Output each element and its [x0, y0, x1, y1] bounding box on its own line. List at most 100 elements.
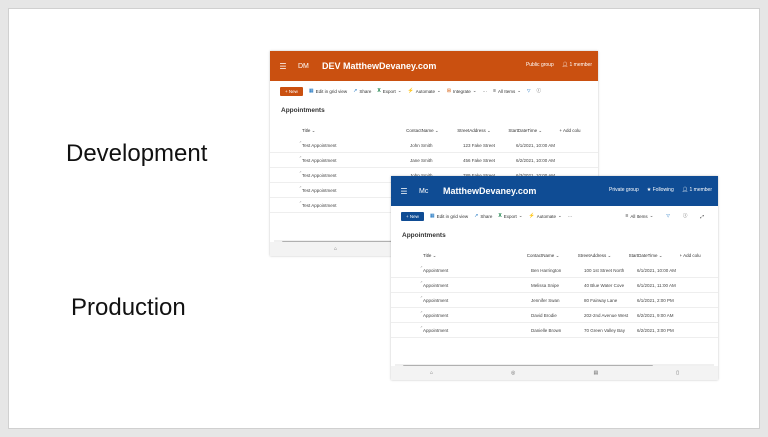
cell-contactname: Danielle Brown — [531, 327, 562, 333]
cell-title[interactable]: Test Appointment — [270, 158, 410, 163]
site-logo[interactable]: DM — [298, 63, 314, 70]
share-label: Share — [359, 88, 372, 94]
cell-startdatetime: 6/2/2021, 3:00 PM — [637, 327, 674, 333]
cell-title[interactable]: Appointment — [391, 268, 531, 273]
attachment-icon: ↗ — [420, 265, 423, 269]
cell-startdatetime: 6/1/2021, 10:00 AM — [637, 267, 677, 273]
cell-title[interactable]: Test Appointment — [270, 188, 410, 193]
export-label: Export — [382, 88, 396, 94]
cell-title[interactable]: Test Appointment — [270, 143, 410, 148]
table-row[interactable]: ↗ Appointment Ben Harrington 100 1st Str… — [391, 263, 718, 278]
integrate-label: Integrate — [453, 88, 471, 94]
export-button[interactable]: X Export ⌄ — [377, 88, 401, 94]
chevron-down-icon: ⌄ — [472, 88, 477, 93]
app-launcher-icon[interactable]: ☰ — [274, 62, 292, 71]
chevron-down-icon: ⌄ — [487, 127, 491, 133]
globe-icon[interactable]: ◎ — [511, 370, 515, 376]
cell-title[interactable]: Appointment — [391, 328, 531, 333]
integrate-button[interactable]: ⊞ Integrate ⌄ — [447, 88, 477, 94]
column-streetaddress[interactable]: StreetAddress ⌄ — [457, 128, 508, 134]
cell-streetaddress: 123 Fake Street — [463, 142, 496, 148]
expand-icon[interactable]: ⤢ — [700, 213, 704, 219]
share-icon: ↗ — [353, 88, 358, 94]
following-label: Following — [652, 187, 674, 193]
cell-title[interactable]: Appointment — [391, 283, 531, 288]
share-button[interactable]: ↗ Share — [353, 88, 371, 94]
group-type: Private group — [608, 187, 639, 193]
new-button[interactable]: + New — [280, 86, 303, 96]
production-label: Production — [71, 294, 186, 321]
members-label: 1 member — [569, 62, 592, 68]
chevron-down-icon: ⌄ — [607, 252, 612, 258]
column-startdatetime[interactable]: StartDateTime ⌄ — [508, 128, 559, 134]
filter-icon[interactable]: ▽ — [527, 88, 530, 94]
column-startdatetime[interactable]: StartDateTime ⌄ — [629, 253, 680, 259]
add-column-button[interactable]: + Add colu — [559, 128, 598, 133]
group-type: Public group — [525, 62, 554, 68]
column-contactname[interactable]: ContactName ⌄ — [527, 253, 578, 259]
column-contactname[interactable]: ContactName ⌄ — [406, 128, 457, 134]
members-button[interactable]: 👤︎ 1 member — [562, 62, 592, 68]
new-label: New — [288, 88, 298, 94]
column-header-row: Title ⌄ ContactName ⌄ StreetAddress ⌄ St… — [391, 248, 718, 263]
members-button[interactable]: 👤︎ 1 member — [682, 187, 712, 193]
column-title-label: Title — [302, 127, 311, 133]
home-icon[interactable]: ⌂ — [334, 246, 337, 252]
cell-title[interactable]: Appointment — [391, 313, 531, 318]
follow-button[interactable]: ★ Following — [647, 187, 674, 193]
add-column-button[interactable]: + Add colu — [680, 253, 718, 258]
automate-button[interactable]: ⚡ Automate ⌄ — [529, 213, 562, 219]
automate-button[interactable]: ⚡ Automate ⌄ — [408, 88, 441, 94]
column-title[interactable]: Title ⌄ — [270, 128, 406, 134]
home-icon[interactable]: ⌂ — [430, 370, 433, 376]
view-label: All Items — [497, 88, 516, 94]
cell-title[interactable]: Appointment — [391, 298, 531, 303]
column-title-label: Title — [423, 252, 432, 258]
table-row[interactable]: ↗ Appointment David Brodie 202-2nd Avenu… — [391, 308, 718, 323]
chevron-down-icon: ⌄ — [558, 213, 562, 218]
view-label: All Items — [630, 213, 648, 219]
more-button[interactable]: ··· — [483, 89, 488, 94]
cell-title[interactable]: Test Appointment — [270, 173, 410, 178]
site-logo[interactable]: Mc — [419, 188, 435, 195]
cell-streetaddress: 100 1st Street North — [584, 267, 625, 273]
cell-title[interactable]: Test Appointment — [270, 203, 410, 208]
chevron-down-icon: ⌄ — [555, 252, 560, 258]
cell-contactname: Ben Harrington — [531, 267, 562, 273]
filter-icon[interactable]: ▽ — [666, 213, 669, 219]
news-icon[interactable]: ▤ — [593, 370, 598, 376]
share-icon: ↗ — [474, 213, 479, 219]
column-startdatetime-label: StartDateTime — [628, 252, 658, 258]
table-row[interactable]: ↗ Appointment Danielle Brown 70 Green Va… — [391, 323, 718, 338]
cell-startdatetime: 6/2/2021, 10:00 AM — [516, 157, 556, 163]
grid-view-button[interactable]: ▦ Edit in grid view — [309, 88, 347, 94]
view-selector[interactable]: ≡ All Items ⌄ — [625, 213, 653, 219]
app-launcher-icon[interactable]: ☰ — [395, 187, 413, 196]
info-icon[interactable]: ⓘ — [537, 88, 542, 94]
automate-icon: ⚡ — [528, 213, 535, 219]
column-streetaddress[interactable]: StreetAddress ⌄ — [578, 253, 629, 259]
attachment-icon: ↗ — [299, 200, 302, 204]
view-selector[interactable]: ≡ All Items ⌄ — [493, 88, 521, 94]
table-row[interactable]: ↗ Appointment Jennifer Swan 80 Fairway L… — [391, 293, 718, 308]
share-button[interactable]: ↗ Share — [474, 213, 492, 219]
chevron-down-icon: ⌄ — [397, 88, 402, 93]
new-button[interactable]: + New — [401, 211, 424, 221]
dev-command-bar: + New ▦ Edit in grid view ↗ Share X Export ⌄… — [270, 83, 598, 99]
grid-view-button[interactable]: ▦ Edit in grid view — [430, 213, 468, 219]
document-icon[interactable]: ▯ — [676, 370, 679, 376]
more-button[interactable]: ··· — [568, 214, 573, 219]
site-title[interactable]: MatthewDevaney.com — [443, 186, 536, 196]
export-button[interactable]: X Export ⌄ — [498, 213, 522, 219]
column-title[interactable]: Title ⌄ — [391, 253, 527, 259]
grid-icon: ▦ — [308, 88, 314, 94]
grid-icon: ▦ — [429, 213, 435, 219]
table-row[interactable]: ↗ Appointment Melissa Snipe 40 Blue Wate… — [391, 278, 718, 293]
star-icon: ★ — [646, 187, 652, 193]
info-icon[interactable]: ⓘ — [683, 213, 688, 219]
table-row[interactable]: ↗ Test Appointment Jane Smith 456 Fake S… — [270, 153, 598, 168]
chevron-down-icon: ⌄ — [432, 252, 437, 258]
site-title[interactable]: DEV MatthewDevaney.com — [322, 61, 436, 71]
table-row[interactable]: ↗ Test Appointment John Smith 123 Fake S… — [270, 138, 598, 153]
plus-icon: + — [406, 213, 409, 219]
